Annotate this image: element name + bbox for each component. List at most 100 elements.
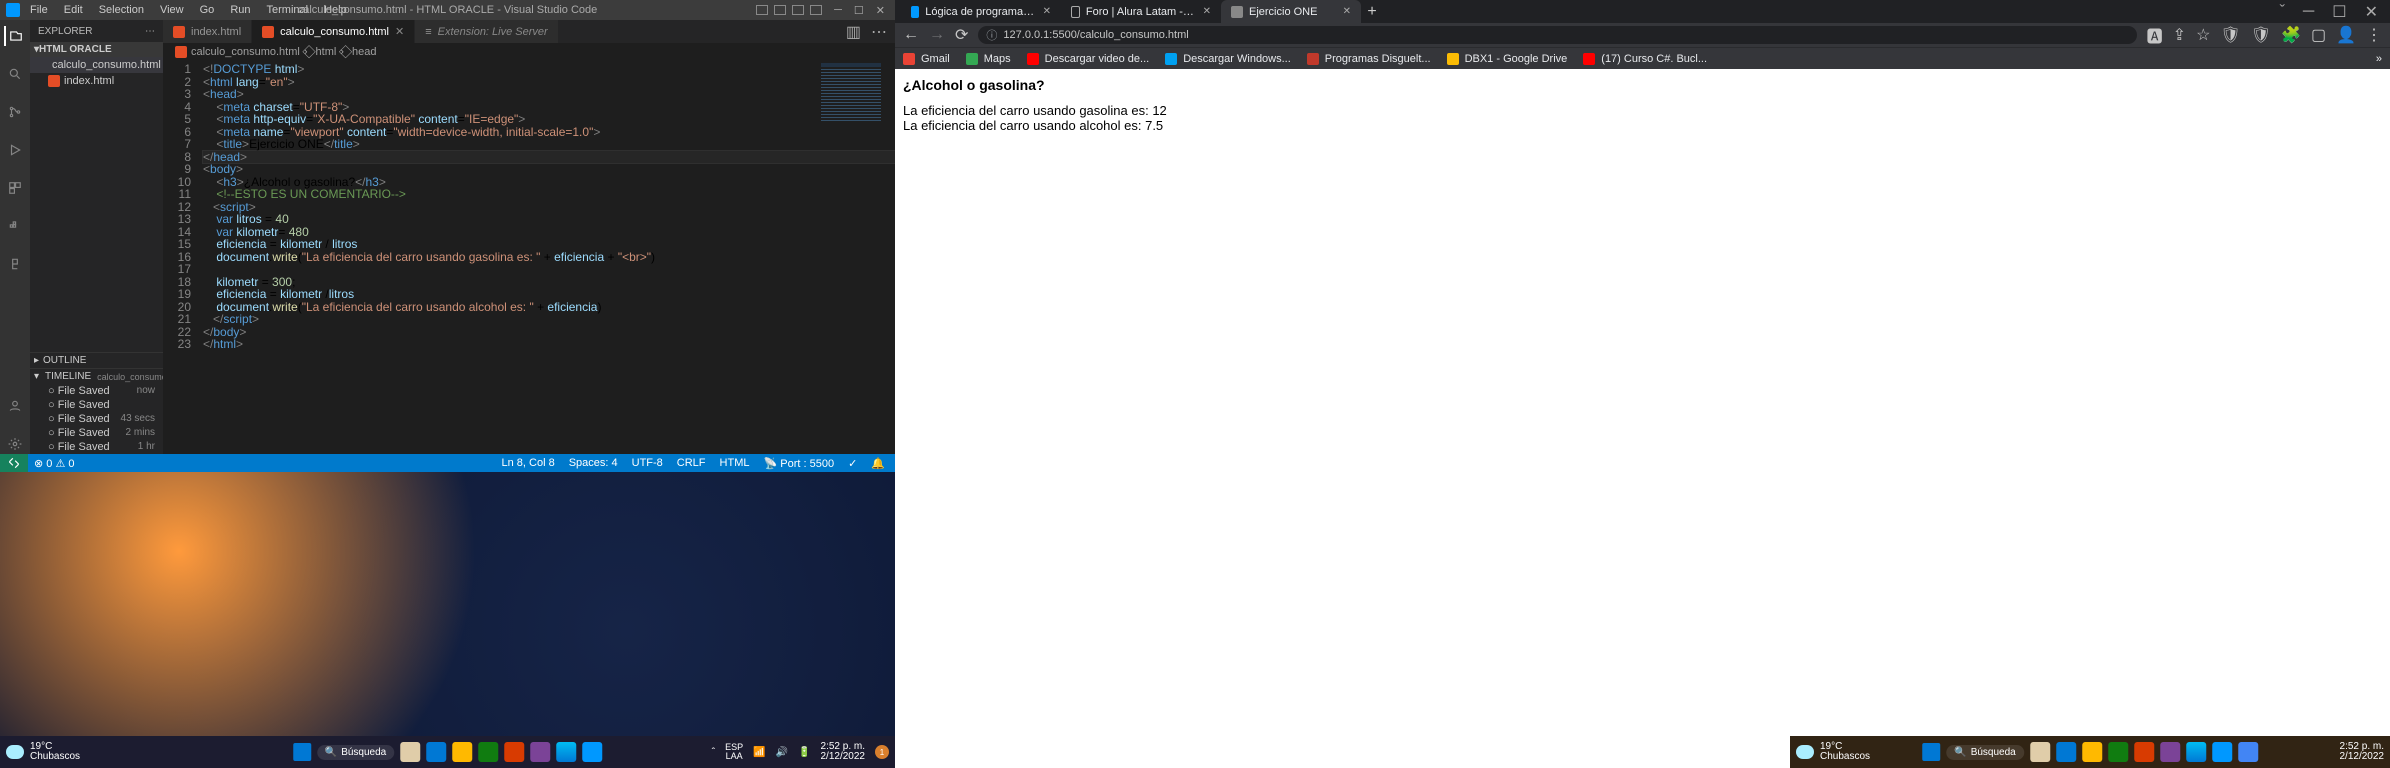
breadcrumb-item[interactable]: html xyxy=(316,46,337,58)
minimize-icon[interactable]: ─ xyxy=(834,4,842,16)
status-eol[interactable]: CRLF xyxy=(677,457,706,470)
weather-widget[interactable]: 19°CChubascos xyxy=(1796,742,1870,762)
browser-tab[interactable]: Foro | Alura Latam - Cursos onlin✕ xyxy=(1061,0,1221,23)
bookmark-item[interactable]: Programas Disguelt... xyxy=(1307,53,1431,65)
taskbar-app-explorer[interactable] xyxy=(400,742,420,762)
close-icon[interactable]: ✕ xyxy=(2365,2,2378,22)
menu-selection[interactable]: Selection xyxy=(93,2,150,18)
timeline-item[interactable]: ○ File Saved43 secs xyxy=(30,412,163,426)
extensions-icon[interactable] xyxy=(5,178,25,198)
close-icon[interactable]: ✕ xyxy=(876,4,885,17)
folder-header[interactable]: ▾ HTML ORACLE xyxy=(30,42,163,57)
split-editor-icon[interactable]: ▥ xyxy=(846,22,861,42)
browser-tab[interactable]: Lógica de programación: Primero✕ xyxy=(901,0,1061,23)
bookmark-item[interactable]: Maps xyxy=(966,53,1011,65)
taskbar-app-vscode[interactable] xyxy=(582,742,602,762)
reload-icon[interactable]: ⟳ xyxy=(955,25,968,45)
timeline-item[interactable]: ○ File Saved xyxy=(30,398,163,412)
explorer-icon[interactable] xyxy=(4,26,24,46)
status-encoding[interactable]: UTF-8 xyxy=(632,457,663,470)
start-button[interactable] xyxy=(293,743,311,761)
taskbar-app-files[interactable] xyxy=(452,742,472,762)
language-indicator[interactable]: ESPLAA xyxy=(725,743,743,761)
wifi-icon[interactable]: 📶 xyxy=(753,747,765,758)
settings-gear-icon[interactable] xyxy=(5,434,25,454)
status-bell-icon[interactable]: ✓ xyxy=(848,457,857,470)
bookmark-star-icon[interactable]: ☆ xyxy=(2196,25,2210,45)
taskbar-app-copilot[interactable] xyxy=(2186,742,2206,762)
taskbar-app-explorer[interactable] xyxy=(2030,742,2050,762)
status-errors[interactable]: ⊗ 0 ⚠ 0 xyxy=(34,457,75,470)
code-editor[interactable]: 1234567891011121314151617181920212223 <!… xyxy=(163,61,895,454)
minimize-icon[interactable]: ─ xyxy=(2303,3,2314,21)
menu-run[interactable]: Run xyxy=(224,2,256,18)
ext-shield-icon[interactable]: 🛡 xyxy=(2220,25,2240,45)
status-ln-col[interactable]: Ln 8, Col 8 xyxy=(502,457,555,470)
menu-go[interactable]: Go xyxy=(194,2,221,18)
weather-widget[interactable]: 19°CChubascos xyxy=(6,742,80,762)
bookmark-item[interactable]: DBX1 - Google Drive xyxy=(1447,53,1568,65)
file-item[interactable]: calculo_consumo.html xyxy=(30,57,163,73)
taskbar-app-edge[interactable] xyxy=(426,742,446,762)
back-icon[interactable]: ← xyxy=(903,26,919,44)
translate-icon[interactable]: 🅰 xyxy=(2147,23,2163,47)
profile-icon[interactable]: 👤 xyxy=(2336,25,2356,45)
search-box[interactable]: 🔍 Búsqueda xyxy=(317,745,395,760)
taskbar-app-brave[interactable] xyxy=(504,742,524,762)
bookmarks-more-icon[interactable]: » xyxy=(2376,53,2382,65)
new-tab-button[interactable]: + xyxy=(1361,0,1383,23)
ext-ublock-icon[interactable]: 🛡 xyxy=(2251,25,2271,45)
taskbar-app-brave[interactable] xyxy=(2134,742,2154,762)
breadcrumb-item[interactable]: head xyxy=(352,46,376,58)
timeline-item[interactable]: ○ File Saved2 mins xyxy=(30,426,163,440)
status-spaces[interactable]: Spaces: 4 xyxy=(569,457,618,470)
tab-calculo[interactable]: calculo_consumo.html✕ xyxy=(252,20,415,43)
search-box[interactable]: 🔍 Búsqueda xyxy=(1946,745,2024,760)
more-icon[interactable]: ⋯ xyxy=(145,26,155,37)
share-icon[interactable]: ⇪ xyxy=(2173,25,2186,45)
accounts-icon[interactable] xyxy=(5,396,25,416)
bookmark-item[interactable]: Descargar video de... xyxy=(1027,53,1150,65)
bookmark-item[interactable]: (17) Curso C#. Bucl... xyxy=(1583,53,1707,65)
tab-extension[interactable]: ≡Extension: Live Server xyxy=(415,20,558,43)
taskbar-app-copilot[interactable] xyxy=(556,742,576,762)
breadcrumb-item[interactable]: calculo_consumo.html xyxy=(191,46,300,58)
taskbar-app-edge[interactable] xyxy=(2056,742,2076,762)
forward-icon[interactable]: → xyxy=(929,26,945,44)
close-tab-icon[interactable]: ✕ xyxy=(395,25,404,38)
status-lang[interactable]: HTML xyxy=(720,457,750,470)
menu-edit[interactable]: Edit xyxy=(58,2,89,18)
address-bar[interactable]: ⓘ127.0.0.1:5500/calculo_consumo.html xyxy=(978,26,2136,44)
bookmark-item[interactable]: Descargar Windows... xyxy=(1165,53,1291,65)
taskbar-app-vs[interactable] xyxy=(530,742,550,762)
start-button[interactable] xyxy=(1922,743,1940,761)
remote-icon[interactable] xyxy=(0,454,28,472)
extensions-icon[interactable]: 🧩 xyxy=(2281,25,2301,45)
layout-controls[interactable] xyxy=(756,5,822,15)
more-icon[interactable]: ⋯ xyxy=(871,22,887,42)
code-content[interactable]: <!DOCTYPE html><html lang="en"><head> <m… xyxy=(203,61,895,454)
menu-view[interactable]: View xyxy=(154,2,190,18)
search-icon[interactable] xyxy=(5,64,25,84)
timeline-item[interactable]: ○ File Savednow xyxy=(30,384,163,398)
tab-index[interactable]: index.html xyxy=(163,20,252,43)
menu-file[interactable]: File xyxy=(24,2,54,18)
notification-badge[interactable]: 1 xyxy=(875,745,889,759)
clock[interactable]: 2:52 p. m.2/12/2022 xyxy=(821,742,866,762)
bookmark-item[interactable]: Gmail xyxy=(903,53,950,65)
outline-section[interactable]: ▸ OUTLINE xyxy=(30,352,163,368)
cast-icon[interactable]: ▢ xyxy=(2311,25,2326,45)
status-port[interactable]: 📡 Port : 5500 xyxy=(763,457,834,470)
maximize-icon[interactable]: ☐ xyxy=(2332,2,2346,22)
info-icon[interactable]: ⓘ xyxy=(986,27,997,43)
breadcrumb[interactable]: calculo_consumo.html › ⃟ html › ⃟ head xyxy=(163,43,895,61)
close-tab-icon[interactable]: ✕ xyxy=(1203,6,1211,17)
status-feedback-icon[interactable]: 🔔 xyxy=(871,457,885,470)
taskbar-app-files[interactable] xyxy=(2082,742,2102,762)
python-icon[interactable] xyxy=(5,254,25,274)
timeline-header[interactable]: ▾ TIMELINE calculo_consumo.html xyxy=(30,369,163,384)
maximize-icon[interactable]: ☐ xyxy=(854,4,864,17)
run-debug-icon[interactable] xyxy=(5,140,25,160)
chevron-down-icon[interactable]: ˇ xyxy=(2280,3,2285,21)
clock[interactable]: 2:52 p. m.2/12/2022 xyxy=(2340,742,2385,762)
